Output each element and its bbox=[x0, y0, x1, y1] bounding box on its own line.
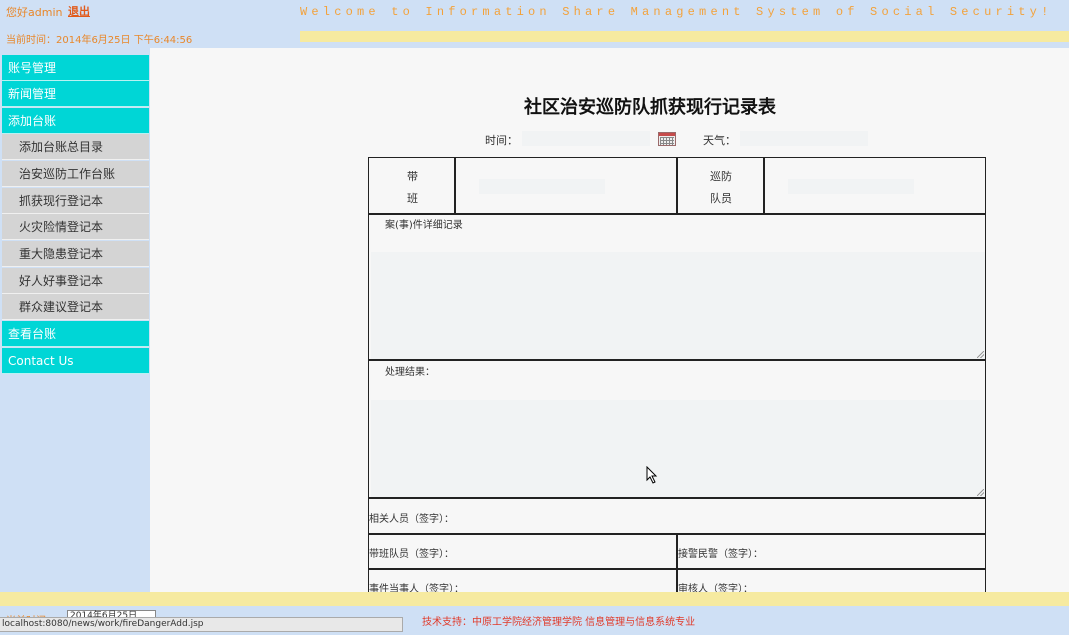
current-time: 当前时间：2014年6月25日 下午6:44:56 bbox=[6, 35, 193, 46]
patrol-label-top: 巡防 bbox=[710, 170, 732, 183]
sidebar-subitem-fire-record[interactable]: 火灾险情登记本 bbox=[2, 214, 149, 240]
time-label: 时间： bbox=[485, 134, 518, 147]
footer-divider-bar bbox=[0, 592, 1069, 606]
table-divider bbox=[369, 359, 985, 361]
lead-signature-label: 带班队员（签字）： bbox=[369, 549, 454, 560]
top-header: 您好admin 退出 Welcome to Information Share … bbox=[0, 0, 1069, 48]
resize-grip-icon[interactable] bbox=[977, 351, 984, 358]
reviewer-signature-label: 审核人（签字）： bbox=[678, 584, 753, 592]
police-signature-label: 接警民警（签字）： bbox=[678, 549, 763, 560]
lead-label-top: 带 bbox=[407, 170, 418, 183]
table-divider bbox=[454, 158, 456, 213]
sidebar-subitem-capture-record[interactable]: 抓获现行登记本 bbox=[2, 188, 149, 214]
patrol-members-input[interactable] bbox=[788, 179, 914, 194]
table-divider bbox=[676, 158, 678, 213]
calendar-icon[interactable] bbox=[658, 132, 676, 146]
logout-link[interactable]: 退出 bbox=[68, 3, 90, 19]
result-textarea[interactable] bbox=[371, 400, 985, 497]
sidebar-subitem-patrol-work[interactable]: 治安巡防工作台账 bbox=[2, 161, 149, 187]
case-detail-label: 案(事)件详细记录 bbox=[385, 220, 463, 231]
lead-input[interactable] bbox=[479, 179, 605, 194]
table-divider bbox=[369, 568, 985, 570]
record-table: 带 班 巡防 队员 案(事)件详细记录 处理结果： 相关人员（签字）： 带班队员… bbox=[368, 157, 986, 592]
sidebar-subitem-suggestions[interactable]: 群众建议登记本 bbox=[2, 294, 149, 320]
resize-grip-icon[interactable] bbox=[977, 489, 984, 496]
browser-status-bar: localhost:8080/news/work/fireDangerAdd.j… bbox=[0, 617, 403, 632]
sidebar: 账号管理 新闻管理 添加台账 添加台账总目录 治安巡防工作台账 抓获现行登记本 … bbox=[0, 48, 150, 592]
sidebar-item-contact-us[interactable]: Contact Us bbox=[2, 348, 149, 374]
party-signature-label: 事件当事人（签字）： bbox=[369, 584, 464, 592]
sidebar-subitem-good-deeds[interactable]: 好人好事登记本 bbox=[2, 268, 149, 294]
sidebar-item-add-ledger[interactable]: 添加台账 bbox=[2, 108, 149, 134]
weather-input[interactable] bbox=[740, 131, 868, 146]
mouse-cursor-icon bbox=[646, 466, 658, 484]
table-divider bbox=[369, 213, 985, 215]
sidebar-subitem-ledger-index[interactable]: 添加台账总目录 bbox=[2, 134, 149, 160]
sidebar-item-account[interactable]: 账号管理 bbox=[2, 55, 149, 81]
table-divider bbox=[763, 158, 765, 213]
table-divider bbox=[369, 497, 985, 499]
result-label: 处理结果： bbox=[385, 367, 435, 378]
tech-support-text: 技术支持：中原工学院经济管理学院 信息管理与信息系统专业 bbox=[422, 617, 696, 628]
time-input[interactable] bbox=[522, 131, 650, 146]
welcome-banner: Welcome to Information Share Management … bbox=[300, 5, 1053, 19]
weather-label: 天气： bbox=[703, 134, 736, 147]
case-detail-textarea[interactable] bbox=[371, 252, 985, 359]
related-persons-label: 相关人员（签字）： bbox=[369, 514, 454, 525]
sidebar-item-news[interactable]: 新闻管理 bbox=[2, 81, 149, 107]
lead-label-bottom: 班 bbox=[407, 192, 418, 205]
form-title: 社区治安巡防队抓获现行记录表 bbox=[524, 97, 776, 118]
greeting-text: 您好admin bbox=[6, 6, 63, 19]
sidebar-item-view-ledger[interactable]: 查看台账 bbox=[2, 321, 149, 347]
patrol-label-bottom: 队员 bbox=[710, 192, 732, 205]
sidebar-subitem-hazard-record[interactable]: 重大隐患登记本 bbox=[2, 241, 149, 267]
header-divider-bar bbox=[300, 31, 1069, 42]
main-content: 社区治安巡防队抓获现行记录表 时间： 天气： 带 班 巡防 队员 案(事)件详细… bbox=[150, 48, 1069, 592]
